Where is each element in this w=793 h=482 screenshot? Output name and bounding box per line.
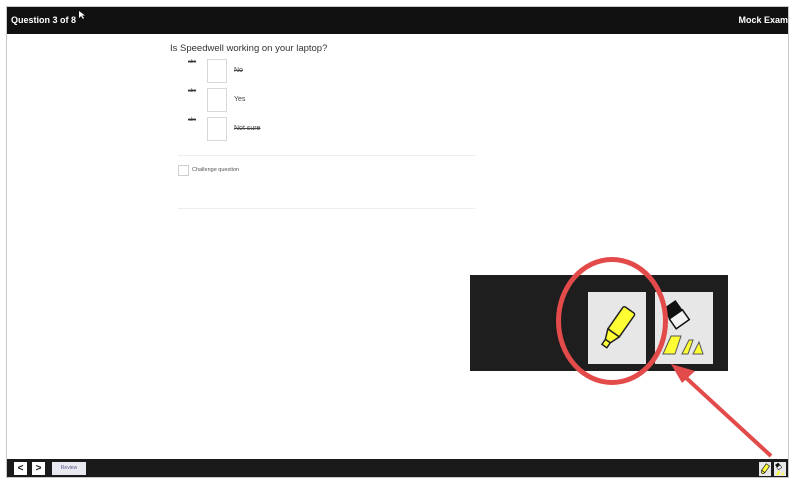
strikethrough-icon[interactable]: abc [188,117,196,123]
review-button[interactable]: Review [52,462,86,475]
next-button[interactable]: > [32,462,45,475]
mouse-cursor-icon [79,11,85,19]
bottom-bar: < > Review [7,459,788,477]
top-bar: Question 3 of 8 Mock Exam [7,7,788,34]
option-yes[interactable]: abc Yes [188,88,388,112]
highlighter-icon [760,463,770,475]
highlighter-eraser-icon [775,462,784,475]
option-label: Not sure [234,125,261,132]
highlighter-toolbar-button[interactable] [759,462,771,476]
option-label: No [234,67,243,74]
option-select-box[interactable] [207,88,227,112]
previous-button[interactable]: < [14,462,27,475]
question-counter: Question 3 of 8 [11,15,77,25]
challenge-checkbox[interactable] [178,165,189,176]
annotation-circle [556,257,668,385]
divider [178,208,475,209]
divider [178,155,475,156]
question-text: Is Speedwell working on your laptop? [170,43,328,54]
clear-highlight-toolbar-button[interactable] [774,462,786,476]
option-select-box[interactable] [207,59,227,83]
strikethrough-icon[interactable]: abc [188,59,196,65]
option-select-box[interactable] [207,117,227,141]
challenge-label: Challenge question [192,167,240,173]
exam-window: Question 3 of 8 Mock Exam Is Speedwell w… [6,6,789,478]
question-panel: Is Speedwell working on your laptop? abc… [170,43,475,213]
strikethrough-icon[interactable]: abc [188,88,196,94]
option-label: Yes [234,96,246,103]
option-no[interactable]: abc No [188,59,388,83]
option-not-sure[interactable]: abc Not sure [188,117,388,141]
exam-title: Mock Exam [738,15,788,25]
